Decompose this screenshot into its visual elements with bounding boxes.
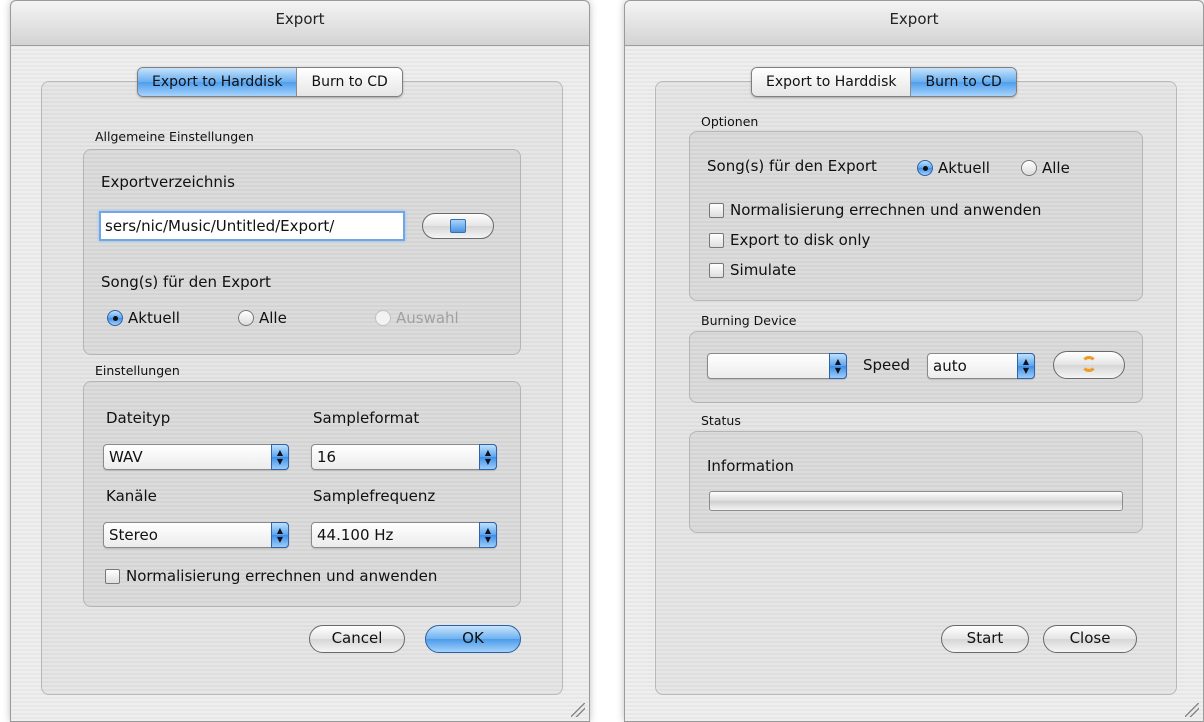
samplerate-popup[interactable]: 44.100 Hz ▲ ▼ [311,522,497,548]
tab-burn-to-cd[interactable]: Burn to CD [910,68,1016,96]
channels-label: Kanäle [106,487,157,505]
section-label-general: Allgemeine Einstellungen [95,129,254,144]
radio-all[interactable]: Alle [238,309,287,327]
close-button[interactable]: Close [1043,625,1137,653]
popup-arrows-icon: ▲ ▼ [1017,353,1035,379]
window-title: Export [11,1,589,46]
section-label-options: Optionen [701,114,759,129]
songs-for-export-label: Song(s) für den Export [707,157,877,175]
sampleformat-popup[interactable]: 16 ▲ ▼ [311,444,497,470]
filetype-popup[interactable]: WAV ▲ ▼ [103,444,289,470]
popup-arrows-icon: ▲ ▼ [271,522,289,548]
songs-for-export-label: Song(s) für den Export [101,273,271,291]
resize-grip-icon[interactable] [571,703,585,717]
sampleformat-label: Sampleformat [313,409,420,427]
information-label: Information [707,457,794,475]
radio-current-label: Aktuell [938,159,990,177]
checkbox-box [709,262,724,278]
ok-button[interactable]: OK [425,625,521,653]
filetype-value: WAV [109,448,143,466]
radio-all-label: Alle [1042,159,1070,177]
refresh-devices-button[interactable] [1053,351,1125,379]
export-disk-only-label: Export to disk only [730,231,871,249]
radio-selection: Auswahl [375,309,459,327]
channels-popup[interactable]: Stereo ▲ ▼ [103,522,289,548]
simulate-checkbox[interactable]: Simulate [709,261,796,279]
checkbox-box [709,202,724,218]
speed-label: Speed [863,356,911,374]
refresh-icon [1081,356,1097,372]
radio-indicator [238,310,254,326]
cancel-button[interactable]: Cancel [309,625,405,653]
resize-grip-icon[interactable] [1185,703,1199,717]
popup-arrows-icon: ▲ ▼ [271,444,289,470]
radio-selection-label: Auswahl [396,309,459,327]
section-label-settings: Einstellungen [95,363,180,378]
export-window-burn-cd: Export Export to Harddisk Burn to CD Opt… [624,0,1204,722]
tab-burn-to-cd[interactable]: Burn to CD [296,68,402,96]
radio-selected-indicator [107,310,123,326]
speed-value: auto [933,357,967,375]
radio-all-label: Alle [259,309,287,327]
normalize-checkbox[interactable]: Normalisierung errechnen und anwenden [105,567,437,585]
popup-arrows-icon: ▲ ▼ [479,444,497,470]
checkbox-box [709,232,724,248]
normalize-checkbox[interactable]: Normalisierung errechnen und anwenden [709,201,1041,219]
radio-indicator [375,310,391,326]
samplerate-label: Samplefrequenz [313,487,436,505]
progress-bar [709,491,1123,511]
export-disk-only-checkbox[interactable]: Export to disk only [709,231,870,249]
normalize-checkbox-label: Normalisierung errechnen und anwenden [730,201,1042,219]
export-directory-label: Exportverzeichnis [101,173,235,191]
device-popup[interactable]: ▲ ▼ [707,353,847,379]
window-title: Export [625,1,1203,46]
section-label-burning-device: Burning Device [701,313,797,328]
choose-folder-button[interactable] [422,213,494,239]
samplerate-value: 44.100 Hz [317,526,394,544]
checkbox-box [105,568,120,584]
export-directory-field[interactable]: sers/nic/Music/Untitled/Export/ [99,211,405,241]
tab-bar: Export to Harddisk Burn to CD [137,67,403,97]
start-button[interactable]: Start [941,625,1029,653]
popup-arrows-icon: ▲ ▼ [479,522,497,548]
tab-bar: Export to Harddisk Burn to CD [751,67,1017,97]
radio-all[interactable]: Alle [1021,159,1070,177]
radio-indicator [1021,160,1037,176]
radio-current-label: Aktuell [128,309,180,327]
section-label-status: Status [701,413,741,428]
radio-current[interactable]: Aktuell [107,309,180,327]
simulate-label: Simulate [730,261,797,279]
filetype-label: Dateityp [106,409,171,427]
sampleformat-value: 16 [317,448,337,466]
folder-icon [450,219,466,233]
radio-current[interactable]: Aktuell [917,159,990,177]
export-window-harddisk: Export Export to Harddisk Burn to CD All… [10,0,590,722]
normalize-checkbox-label: Normalisierung errechnen und anwenden [126,567,438,585]
group-status [689,431,1143,533]
speed-popup[interactable]: auto ▲ ▼ [927,353,1035,379]
channels-value: Stereo [109,526,158,544]
popup-arrows-icon: ▲ ▼ [829,353,847,379]
tab-export-to-harddisk[interactable]: Export to Harddisk [138,68,297,96]
radio-selected-indicator [917,160,933,176]
tab-export-to-harddisk[interactable]: Export to Harddisk [752,68,911,96]
